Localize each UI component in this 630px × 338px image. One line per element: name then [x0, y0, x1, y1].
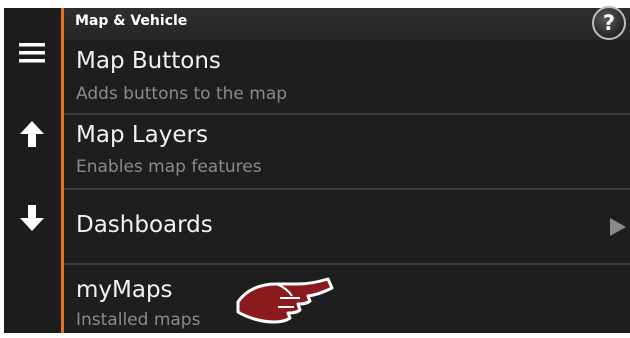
chevron-right-icon	[610, 218, 626, 236]
header-bar: Map & Vehicle	[64, 8, 630, 40]
scroll-down-button[interactable]	[8, 192, 56, 244]
screen-bezel-top	[0, 0, 630, 8]
menu-item-title: Map Buttons	[76, 48, 221, 74]
scroll-up-button[interactable]	[8, 108, 56, 160]
arrow-down-icon	[20, 205, 44, 231]
menu-button[interactable]	[8, 27, 56, 79]
menu-item-map-layers[interactable]: Map Layers Enables map features	[64, 115, 630, 189]
menu-item-dashboards[interactable]: Dashboards	[64, 190, 630, 264]
screen-bezel-bottom	[0, 333, 630, 338]
pointing-hand-icon	[236, 277, 334, 324]
menu-item-subtitle: Adds buttons to the map	[76, 84, 288, 104]
help-icon: ?	[602, 11, 616, 35]
hamburger-menu-icon	[19, 43, 45, 63]
arrow-up-icon	[20, 121, 44, 147]
menu-item-map-buttons[interactable]: Map Buttons Adds buttons to the map	[64, 40, 630, 114]
menu-item-subtitle: Installed maps	[76, 310, 201, 330]
menu-item-subtitle: Enables map features	[76, 157, 262, 177]
menu-item-title: Map Layers	[76, 122, 208, 148]
menu-item-mymaps[interactable]: myMaps Installed maps	[64, 265, 630, 338]
page-title: Map & Vehicle	[75, 13, 188, 29]
settings-menu-list: Map Buttons Adds buttons to the map Map …	[64, 40, 630, 338]
menu-item-title: Dashboards	[76, 212, 213, 238]
menu-item-title: myMaps	[76, 277, 173, 303]
device-screen: Map & Vehicle ? Map Buttons Adds buttons…	[0, 0, 630, 338]
help-button[interactable]: ?	[592, 6, 626, 40]
